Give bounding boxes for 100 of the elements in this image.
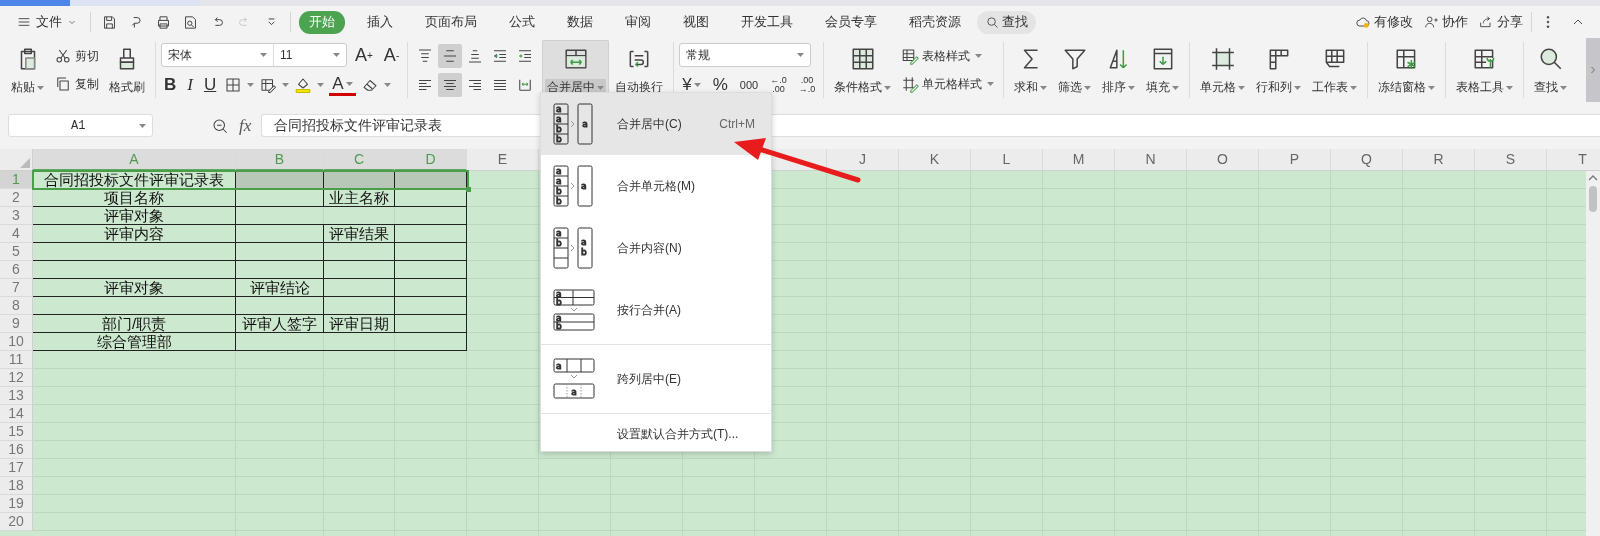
ribbon-tab[interactable]: 开发工具 <box>731 10 803 34</box>
row-header[interactable]: 2 <box>0 189 33 207</box>
ribbon-tab[interactable]: 数据 <box>557 10 603 34</box>
sort-button[interactable]: 排序 <box>1097 40 1141 100</box>
sheet-button[interactable]: 工作表 <box>1307 40 1363 100</box>
row-header[interactable]: 13 <box>0 387 33 405</box>
ribbon-tab[interactable]: 视图 <box>673 10 719 34</box>
copy-button[interactable]: 复制 <box>54 75 99 93</box>
row-header[interactable]: 12 <box>0 369 33 387</box>
table-cell <box>395 315 467 333</box>
caret-icon <box>317 83 325 87</box>
ribbon-tab[interactable]: 插入 <box>357 10 403 34</box>
rowcol-button[interactable]: 行和列 <box>1251 40 1307 100</box>
row-header[interactable]: 6 <box>0 261 33 279</box>
grow-font-button[interactable]: A$^{+}$ <box>352 43 376 67</box>
zoom-icon[interactable] <box>211 116 229 135</box>
shrink-font-button[interactable]: A$^{-}$ <box>380 43 403 67</box>
save-icon <box>101 13 118 31</box>
row-header[interactable]: 14 <box>0 405 33 423</box>
save-status-button[interactable]: 有修改 <box>1355 13 1413 31</box>
collaborate-button[interactable]: 协作 <box>1423 13 1468 31</box>
column-header[interactable]: N <box>1115 149 1187 171</box>
number-format-field[interactable]: 常规 <box>679 43 812 67</box>
column-header[interactable]: Q <box>1331 149 1403 171</box>
row-header[interactable]: 11 <box>0 351 33 369</box>
caret-icon <box>247 83 255 87</box>
column-header[interactable]: L <box>971 149 1043 171</box>
menu-item[interactable]: a a 跨列居中(E) <box>541 348 771 410</box>
decrease-decimal-button[interactable]: .00 →.0 <box>795 73 819 97</box>
table-cell: 评审结果 <box>324 225 395 243</box>
column-header[interactable]: P <box>1259 149 1331 171</box>
row-header[interactable]: 20 <box>0 513 33 531</box>
ribbon-tab[interactable]: 会员专享 <box>815 10 887 34</box>
underline-button[interactable]: U <box>200 73 220 97</box>
fill-button[interactable]: 填充 <box>1141 40 1185 100</box>
font-color-button[interactable]: A <box>329 74 356 96</box>
function-label[interactable]: fx <box>239 115 252 136</box>
border-button[interactable] <box>224 76 255 94</box>
row-header[interactable]: 8 <box>0 297 33 315</box>
share-button[interactable]: 分享 <box>1478 13 1523 31</box>
menu-item[interactable]: a a b b a 合并单元格(M) <box>541 155 771 217</box>
row-header[interactable]: 10 <box>0 333 33 351</box>
column-header[interactable]: M <box>1043 149 1115 171</box>
paste-button[interactable]: 粘贴 <box>6 40 49 100</box>
row-header[interactable]: 4 <box>0 225 33 243</box>
cell-format-button[interactable] <box>259 76 290 94</box>
freeze-button[interactable]: 冻结窗格 <box>1373 40 1441 100</box>
scrollbar-thumb[interactable] <box>1589 186 1597 212</box>
caret-icon <box>345 81 353 86</box>
menu-item[interactable]: a b a b 按行合并(A) <box>541 279 771 341</box>
share-icon <box>1478 14 1494 30</box>
bold-button[interactable]: B <box>161 73 180 97</box>
caret-icon <box>884 85 892 90</box>
menu-item[interactable]: a a b b a 合并居中(C) Ctrl+M <box>541 93 771 155</box>
filter-button[interactable]: 筛选 <box>1053 40 1097 100</box>
row-header[interactable]: 9 <box>0 315 33 333</box>
menu-item[interactable]: 设置默认合并方式(T)... <box>541 417 771 451</box>
ribbon-tab[interactable]: 公式 <box>499 10 545 34</box>
row-header[interactable]: 17 <box>0 459 33 477</box>
caret-icon <box>37 85 44 90</box>
cell-button[interactable]: 单元格 <box>1195 40 1251 100</box>
column-header[interactable]: E <box>467 149 539 171</box>
row-header[interactable]: 15 <box>0 423 33 441</box>
search-button[interactable]: 查找 <box>977 10 1036 34</box>
file-menu[interactable]: 文件 <box>12 13 82 31</box>
align-middle-button[interactable] <box>438 43 463 68</box>
vertical-scrollbar[interactable] <box>1586 171 1600 536</box>
column-header[interactable]: T <box>1547 149 1600 171</box>
cell-style-button[interactable]: 单元格样式 <box>901 75 995 93</box>
find-button[interactable]: 查找 <box>1529 40 1573 100</box>
column-header[interactable]: O <box>1187 149 1259 171</box>
row-header[interactable]: 5 <box>0 243 33 261</box>
tools-button[interactable]: 表格工具 <box>1451 40 1519 100</box>
format-painter-button[interactable]: 格式刷 <box>104 40 150 100</box>
conditional-format-button[interactable]: 条件格式 <box>829 40 897 100</box>
caret-icon <box>1428 85 1436 90</box>
row-header[interactable]: 7 <box>0 279 33 297</box>
column-header[interactable]: K <box>899 149 971 171</box>
ribbon-tab[interactable]: 审阅 <box>615 10 661 34</box>
name-box[interactable]: A1 <box>8 114 153 137</box>
ribbon-tab[interactable]: 稻壳资源 <box>899 10 971 34</box>
fill-color-button[interactable] <box>294 76 325 94</box>
scroll-up-icon[interactable] <box>1587 173 1599 183</box>
row-header[interactable]: 16 <box>0 441 33 459</box>
table-cell <box>324 279 395 297</box>
row-header[interactable]: 3 <box>0 207 33 225</box>
align-center-button[interactable] <box>438 72 463 97</box>
italic-button[interactable]: I <box>184 73 196 97</box>
cut-button[interactable]: 剪切 <box>54 47 99 65</box>
menu-item[interactable]: a b a b 合并内容(N) <box>541 217 771 279</box>
row-header[interactable]: 19 <box>0 495 33 513</box>
row-header[interactable]: 18 <box>0 477 33 495</box>
table-cell <box>395 225 467 243</box>
sum-button[interactable]: 求和 <box>1009 40 1053 100</box>
column-header[interactable]: R <box>1403 149 1475 171</box>
table-style-button[interactable]: 表格样式 <box>901 47 995 65</box>
ribbon-tab[interactable]: 页面布局 <box>415 10 487 34</box>
column-header[interactable]: J <box>827 149 899 171</box>
print-icon <box>155 13 172 31</box>
column-header[interactable]: S <box>1475 149 1547 171</box>
